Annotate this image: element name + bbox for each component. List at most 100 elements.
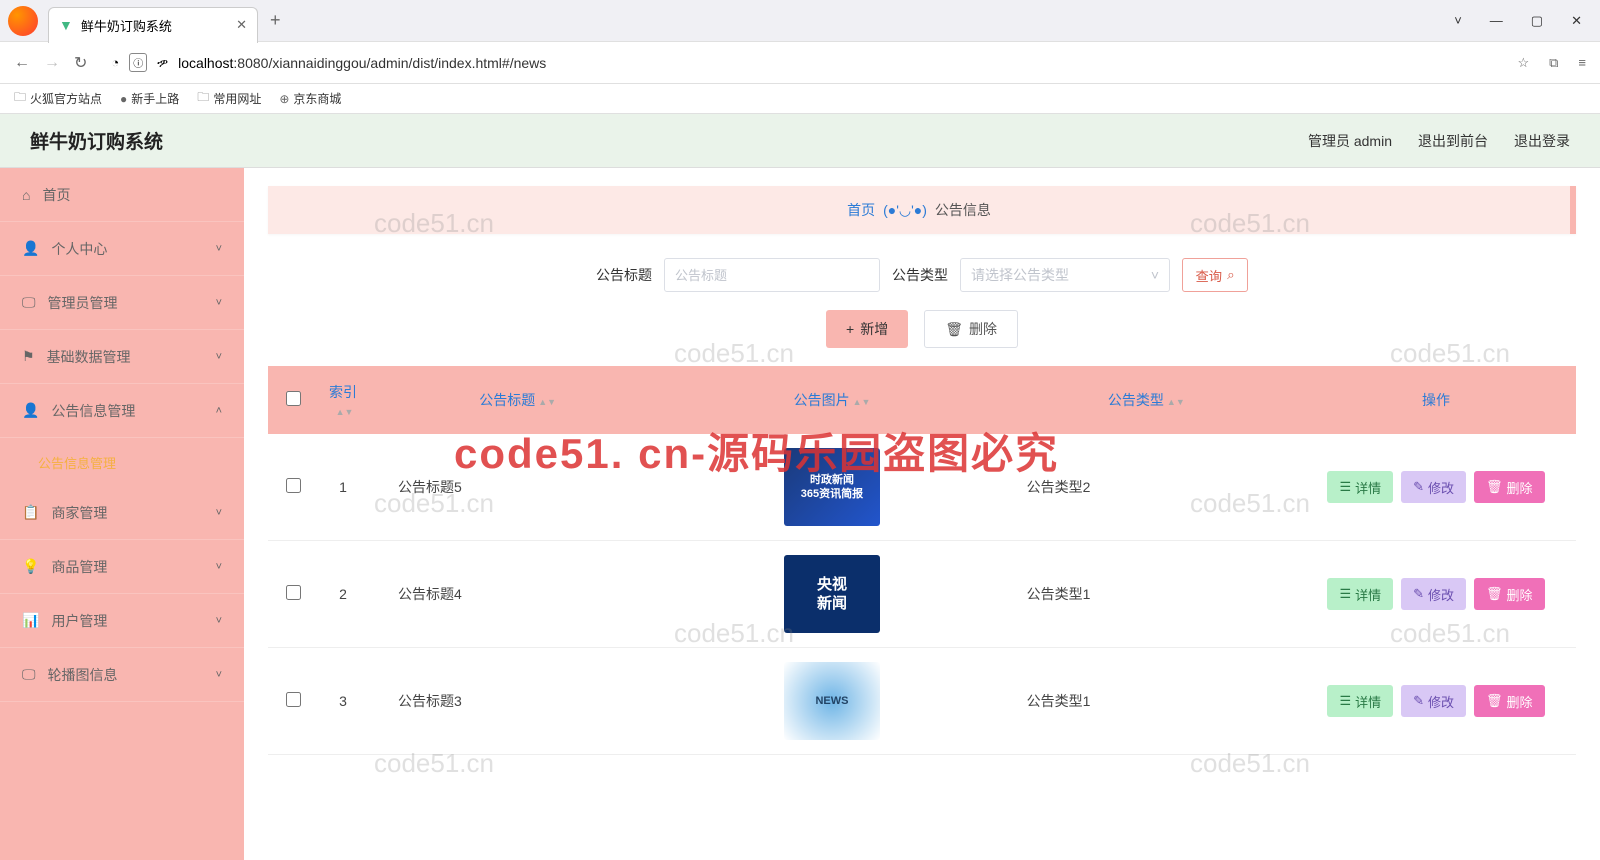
sidebar-item-carousel[interactable]: 🖵轮播图信息˅ (0, 648, 244, 702)
chevron-down-icon: ˅ (216, 507, 222, 519)
new-tab-button[interactable]: + (270, 10, 281, 31)
sidebar-item-notice[interactable]: 👤公告信息管理˄ (0, 384, 244, 438)
edit-icon: ✎ (1413, 586, 1424, 602)
row-delete-button[interactable]: 🗑删除 (1474, 685, 1545, 717)
thumbnail-image[interactable]: 央视新闻 (784, 555, 880, 633)
bookmark-item[interactable]: 🗀常用网址 (197, 88, 261, 109)
window-close-icon[interactable]: ✕ (1571, 13, 1582, 29)
row-detail-button[interactable]: ☰详情 (1327, 578, 1393, 610)
col-type[interactable]: 公告类型▲▼ (997, 366, 1296, 434)
row-edit-button[interactable]: ✎修改 (1401, 471, 1466, 503)
browser-tab[interactable]: ▼ 鲜牛奶订购系统 ✕ (48, 7, 258, 43)
cell-image: 时政新闻365资讯简报 (667, 434, 996, 541)
breadcrumb-face-icon: (●'◡'●) (883, 202, 927, 219)
thumbnail-image[interactable]: 时政新闻365资讯简报 (784, 448, 880, 526)
list-icon: ☰ (1339, 586, 1351, 602)
window-minimize-icon[interactable]: — (1490, 13, 1503, 29)
nav-back-icon[interactable]: ← (14, 54, 30, 72)
sidebar-item-goods[interactable]: 💡商品管理˅ (0, 540, 244, 594)
thumbnail-image[interactable]: NEWS (784, 662, 880, 740)
add-button[interactable]: +新增 (826, 310, 908, 348)
bookmark-star-icon[interactable]: ☆ (1517, 55, 1529, 71)
search-icon: ⌕ (1227, 267, 1234, 283)
exit-to-front-link[interactable]: 退出到前台 (1418, 131, 1488, 151)
cell-title: 公告标题4 (368, 541, 667, 648)
row-checkbox[interactable] (286, 478, 301, 493)
window-maximize-icon[interactable]: ▢ (1531, 13, 1543, 29)
browser-tab-strip: ▼ 鲜牛奶订购系统 ✕ + ˅ — ▢ ✕ (0, 0, 1600, 42)
col-ops: 操作 (1296, 366, 1576, 434)
extensions-icon[interactable]: ⧉ (1549, 55, 1558, 71)
sidebar-item-merchant[interactable]: 📋商家管理˅ (0, 486, 244, 540)
col-title[interactable]: 公告标题▲▼ (368, 366, 667, 434)
clipboard-icon: 📋 (22, 504, 39, 521)
folder-icon: 🗀 (197, 88, 209, 109)
col-image[interactable]: 公告图片▲▼ (667, 366, 996, 434)
flag-icon: ⚑ (22, 348, 35, 365)
trash-icon: 🗑 (945, 321, 963, 338)
home-icon: ⌂ (22, 187, 30, 203)
url-field[interactable]: ◔ ⓘ ዏ localhost:8080/xiannaidinggou/admi… (101, 49, 1503, 76)
cell-image: 央视新闻 (667, 541, 996, 648)
breadcrumb: 首页 (●'◡'●) 公告信息 (268, 186, 1576, 234)
row-edit-button[interactable]: ✎修改 (1401, 685, 1466, 717)
sidebar-item-users[interactable]: 📊用户管理˅ (0, 594, 244, 648)
table-row: 2公告标题4央视新闻公告类型1☰详情✎修改🗑删除 (268, 541, 1576, 648)
app-title: 鲜牛奶订购系统 (30, 127, 163, 154)
screen-icon: 🖵 (22, 666, 36, 683)
row-checkbox[interactable] (286, 585, 301, 600)
trash-icon: 🗑 (1486, 479, 1503, 495)
cell-index: 2 (318, 541, 368, 648)
search-row: 公告标题 公告类型 请选择公告类型 ˅ 查询⌕ (268, 258, 1576, 292)
query-button[interactable]: 查询⌕ (1182, 258, 1248, 292)
sidebar-item-home[interactable]: ⌂首页 (0, 168, 244, 222)
chevron-down-icon: ˅ (216, 243, 222, 255)
sidebar-item-personal[interactable]: 👤个人中心˅ (0, 222, 244, 276)
bookmark-item[interactable]: ⊕京东商城 (279, 90, 341, 107)
bulk-delete-button[interactable]: 🗑删除 (924, 310, 1018, 348)
chevron-down-icon: ˅ (216, 351, 222, 363)
search-type-select[interactable]: 请选择公告类型 ˅ (960, 258, 1170, 292)
sort-icon: ▲▼ (336, 407, 354, 417)
search-title-input[interactable] (664, 258, 880, 292)
user-icon: 👤 (22, 240, 39, 257)
plus-icon: + (846, 321, 854, 337)
bookmark-item[interactable]: ●新手上路 (120, 90, 179, 107)
row-delete-button[interactable]: 🗑删除 (1474, 471, 1545, 503)
row-checkbox[interactable] (286, 692, 301, 707)
breadcrumb-current: 公告信息 (935, 200, 991, 220)
sidebar-item-basedata[interactable]: ⚑基础数据管理˅ (0, 330, 244, 384)
row-detail-button[interactable]: ☰详情 (1327, 685, 1393, 717)
table-header-row: 索引▲▼ 公告标题▲▼ 公告图片▲▼ 公告类型▲▼ 操作 (268, 366, 1576, 434)
chevron-up-icon: ˄ (216, 405, 222, 417)
sidebar-item-admin[interactable]: 🖵管理员管理˅ (0, 276, 244, 330)
app-header: 鲜牛奶订购系统 管理员 admin 退出到前台 退出登录 (0, 114, 1600, 168)
sort-icon: ▲▼ (1167, 397, 1185, 407)
nav-reload-icon[interactable]: ↻ (74, 53, 87, 73)
cell-type: 公告类型1 (997, 648, 1296, 755)
cell-index: 3 (318, 648, 368, 755)
search-title-label: 公告标题 (596, 265, 652, 285)
trash-icon: 🗑 (1486, 586, 1503, 602)
col-index[interactable]: 索引▲▼ (318, 366, 368, 434)
nav-forward-icon[interactable]: → (44, 54, 60, 72)
action-row: +新增 🗑删除 (268, 310, 1576, 348)
menu-icon[interactable]: ≡ (1578, 55, 1586, 71)
row-edit-button[interactable]: ✎修改 (1401, 578, 1466, 610)
logout-link[interactable]: 退出登录 (1514, 131, 1570, 151)
tab-close-icon[interactable]: ✕ (236, 17, 247, 33)
bars-icon: 📊 (22, 612, 39, 629)
cell-index: 1 (318, 434, 368, 541)
sidebar-subitem-notice[interactable]: 公告信息管理 (0, 438, 244, 486)
user-icon: 👤 (22, 402, 39, 419)
monitor-icon: 🖵 (22, 294, 36, 311)
chevron-down-icon[interactable]: ˅ (1454, 13, 1462, 29)
select-all-checkbox[interactable] (286, 391, 301, 406)
address-bar: ← → ↻ ◔ ⓘ ዏ localhost:8080/xiannaidinggo… (0, 42, 1600, 84)
row-delete-button[interactable]: 🗑删除 (1474, 578, 1545, 610)
list-icon: ☰ (1339, 693, 1351, 709)
row-detail-button[interactable]: ☰详情 (1327, 471, 1393, 503)
bookmark-item[interactable]: 🗀火狐官方站点 (14, 88, 102, 109)
breadcrumb-home[interactable]: 首页 (847, 200, 875, 220)
admin-label[interactable]: 管理员 admin (1308, 131, 1392, 151)
